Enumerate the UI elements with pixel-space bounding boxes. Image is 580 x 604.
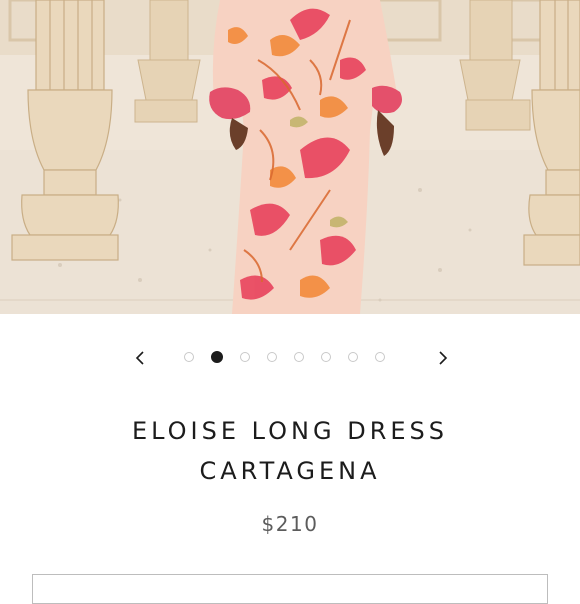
next-image-button[interactable] (430, 345, 456, 371)
product-price: $210 (261, 512, 319, 536)
carousel-dot[interactable] (184, 352, 194, 362)
carousel-dot[interactable] (375, 352, 385, 362)
chevron-right-icon (439, 351, 448, 365)
carousel-dot[interactable] (321, 352, 331, 362)
carousel-dot[interactable] (240, 352, 250, 362)
product-image[interactable] (0, 0, 580, 314)
carousel-dot[interactable] (267, 352, 277, 362)
carousel-pagination (184, 351, 385, 364)
product-title-line1: ELOISE LONG DRESS (131, 417, 449, 445)
carousel-dot[interactable] (348, 352, 358, 362)
size-select[interactable] (32, 574, 548, 604)
chevron-left-icon (135, 351, 144, 365)
product-photo (0, 0, 580, 314)
carousel-dot[interactable] (294, 352, 304, 362)
product-title: ELOISE LONG DRESS CARTAGENA (0, 411, 580, 491)
product-title-line2: CARTAGENA (199, 457, 381, 485)
image-carousel-controls (0, 345, 580, 371)
previous-image-button[interactable] (127, 345, 153, 371)
carousel-dot-active[interactable] (211, 351, 223, 363)
